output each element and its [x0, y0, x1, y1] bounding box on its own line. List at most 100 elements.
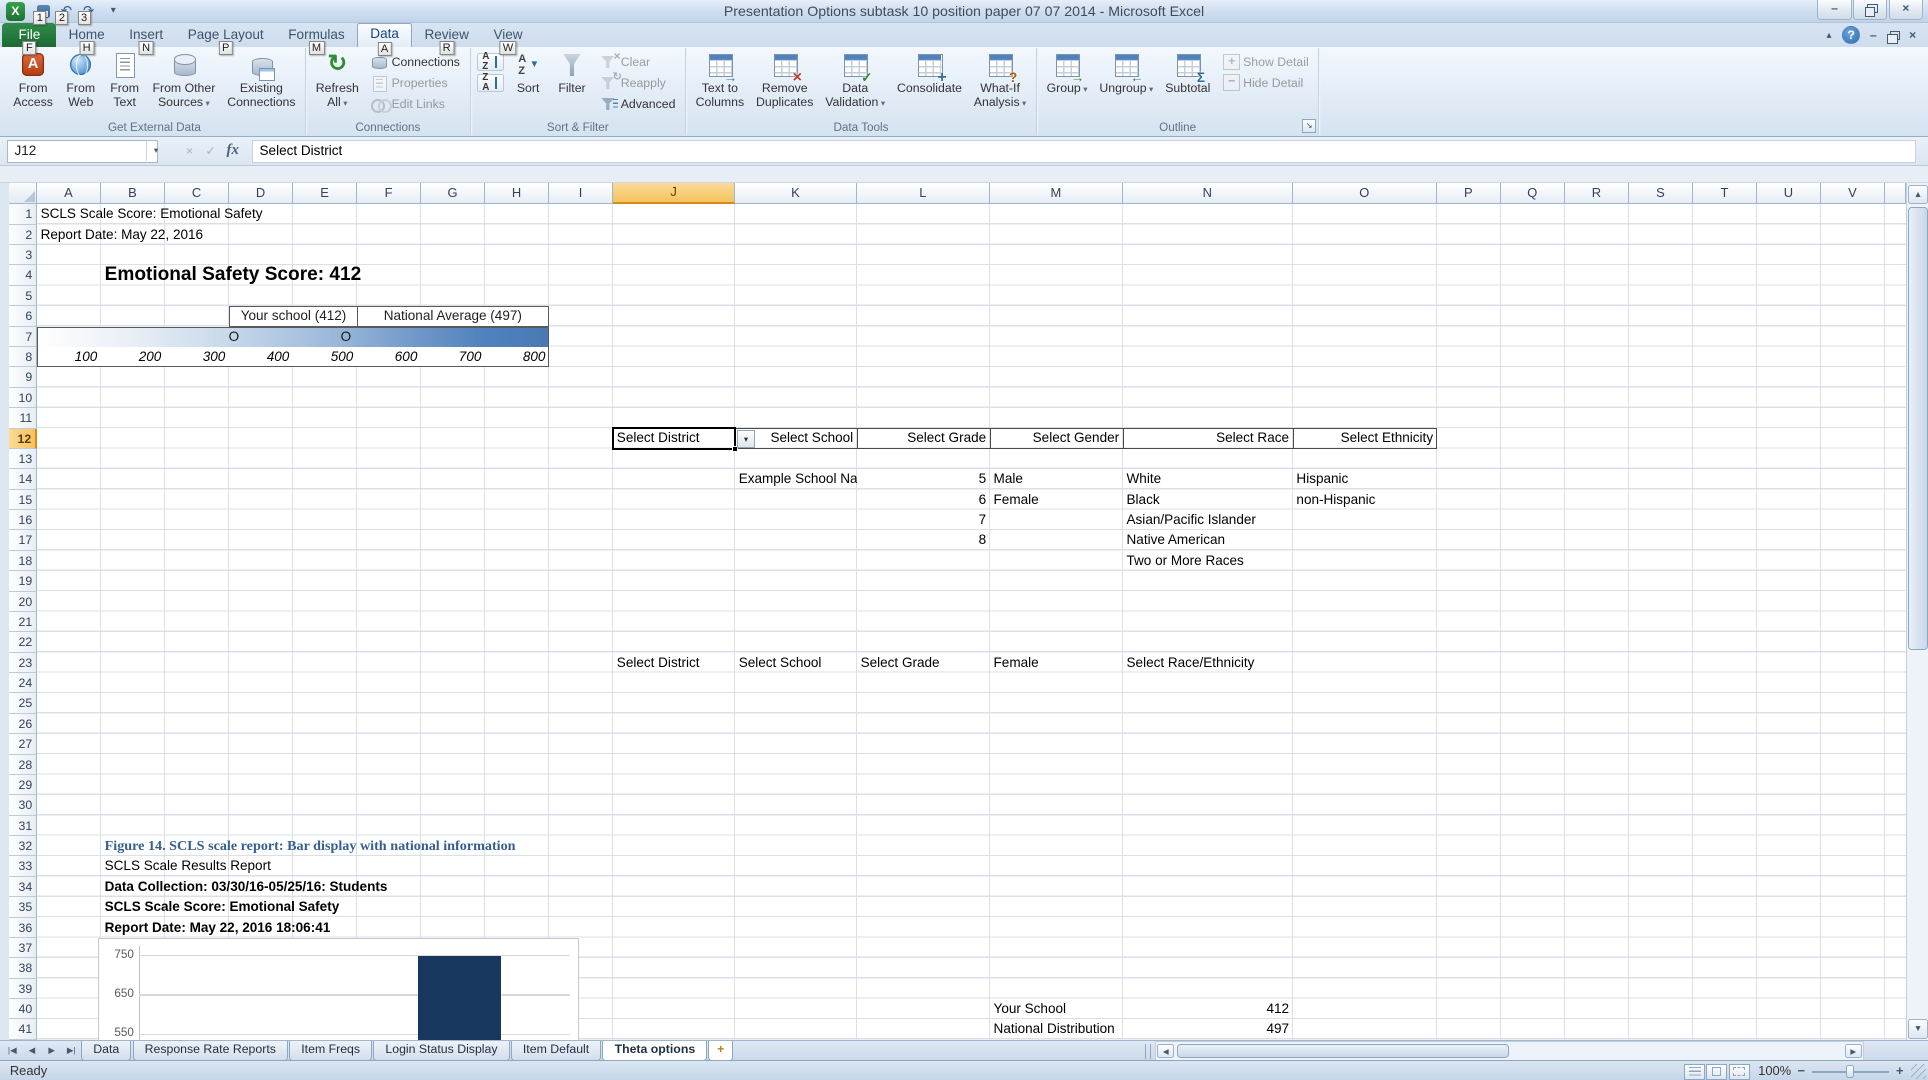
- row-header-17[interactable]: 17: [9, 530, 37, 550]
- row-header-1[interactable]: 1: [9, 204, 37, 224]
- cell-A8[interactable]: 100: [37, 347, 101, 367]
- row-header-38[interactable]: 38: [9, 958, 37, 978]
- row-header-24[interactable]: 24: [9, 673, 37, 693]
- cell-N17[interactable]: Native American: [1123, 530, 1225, 550]
- row-header-36[interactable]: 36: [9, 918, 37, 938]
- row-header-35[interactable]: 35: [9, 897, 37, 917]
- cell-G8[interactable]: 700: [421, 347, 485, 367]
- row-header-2[interactable]: 2: [9, 225, 37, 245]
- insert-function-icon[interactable]: fx: [227, 142, 239, 159]
- help-icon[interactable]: [1842, 26, 1860, 44]
- cell-H8[interactable]: 800: [485, 347, 549, 367]
- row-header-18[interactable]: 18: [9, 551, 37, 571]
- sheet-tab-response-rate-reports[interactable]: Response Rate Reports: [133, 1041, 288, 1061]
- col-header-P[interactable]: P: [1437, 183, 1501, 204]
- row-header-34[interactable]: 34: [9, 877, 37, 897]
- row-header-31[interactable]: 31: [9, 816, 37, 836]
- ribbon-tab-page-layout[interactable]: Page LayoutP: [175, 23, 276, 46]
- from-other-sources-button[interactable]: From OtherSources▾: [147, 49, 222, 118]
- row-header-21[interactable]: 21: [9, 612, 37, 632]
- name-box[interactable]: J12: [7, 140, 157, 162]
- cell-M14[interactable]: Male: [990, 469, 1023, 489]
- scroll-down-icon[interactable]: [1908, 1019, 1928, 1039]
- row-header-7[interactable]: 7: [9, 327, 37, 347]
- workbook-restore-button[interactable]: [1884, 26, 1902, 44]
- col-header-I[interactable]: I: [549, 183, 613, 204]
- page-layout-view-button[interactable]: [1706, 1064, 1727, 1080]
- row-header-16[interactable]: 16: [9, 510, 37, 530]
- row-header-29[interactable]: 29: [9, 775, 37, 795]
- sort-button[interactable]: Sort: [506, 49, 550, 118]
- insert-worksheet-button[interactable]: +: [708, 1041, 733, 1061]
- row-header-39[interactable]: 39: [9, 979, 37, 999]
- remove-duplicates-button[interactable]: RemoveDuplicates: [750, 49, 819, 118]
- cell-M23[interactable]: Female: [990, 653, 1039, 673]
- resize-grip-icon[interactable]: [1911, 1064, 1926, 1079]
- cell-B8[interactable]: 200: [101, 347, 165, 367]
- from-web-button[interactable]: FromWeb: [59, 49, 103, 118]
- col-header-E[interactable]: E: [293, 183, 357, 204]
- row-header-9[interactable]: 9: [9, 367, 37, 387]
- ribbon-tab-review[interactable]: ReviewR: [412, 23, 481, 46]
- col-header-V[interactable]: V: [1821, 183, 1885, 204]
- qat-dropdown-icon[interactable]: [103, 2, 123, 20]
- cell-N16[interactable]: Asian/Pacific Islander: [1123, 510, 1256, 530]
- row-header-11[interactable]: 11: [9, 408, 37, 428]
- ribbon-tab-formulas[interactable]: FormulasM: [276, 23, 357, 46]
- cell-C8[interactable]: 300: [165, 347, 229, 367]
- row-header-20[interactable]: 20: [9, 592, 37, 612]
- cell-K14[interactable]: Example School Nam: [735, 469, 857, 489]
- cell-L14[interactable]: 5: [857, 469, 990, 489]
- cell-J23[interactable]: Select District: [613, 653, 699, 673]
- cell-B35[interactable]: SCLS Scale Score: Emotional Safety: [101, 897, 339, 917]
- cell-B36[interactable]: Report Date: May 22, 2016 18:06:41: [101, 918, 330, 938]
- scroll-left-icon[interactable]: [1157, 1044, 1174, 1059]
- consolidate-button[interactable]: Consolidate: [891, 49, 968, 118]
- row-header-4[interactable]: 4: [9, 265, 37, 285]
- cell-B34[interactable]: Data Collection: 03/30/16-05/25/16: Stud…: [101, 877, 387, 897]
- row-header-33[interactable]: 33: [9, 856, 37, 876]
- data-validation-button[interactable]: DataValidation▾: [819, 49, 891, 118]
- minimize-button[interactable]: [1817, 0, 1851, 20]
- row-header-27[interactable]: 27: [9, 734, 37, 754]
- col-header-F[interactable]: F: [357, 183, 421, 204]
- ungroup-button[interactable]: Ungroup▾: [1093, 49, 1159, 118]
- row-header-5[interactable]: 5: [9, 286, 37, 306]
- cell-N40[interactable]: 412: [1123, 999, 1293, 1019]
- ribbon-tab-data[interactable]: DataA: [357, 23, 412, 46]
- subtotal-button[interactable]: Subtotal: [1159, 49, 1216, 118]
- row-header-41[interactable]: 41: [9, 1019, 37, 1039]
- row-header-23[interactable]: 23: [9, 653, 37, 673]
- sort-z-to-a-button[interactable]: [477, 74, 504, 92]
- ribbon-tab-view[interactable]: ViewW: [481, 23, 535, 46]
- cells-area[interactable]: Your school (412)National Average (497)O…: [37, 204, 1906, 1040]
- from-access-button[interactable]: FromAccess: [7, 49, 58, 118]
- cell-L16[interactable]: 7: [857, 510, 990, 530]
- zoom-out-button[interactable]: [1798, 1061, 1806, 1080]
- sort-a-to-z-button[interactable]: [477, 53, 504, 71]
- col-header-M[interactable]: M: [990, 183, 1123, 204]
- ribbon-tab-insert[interactable]: InsertN: [117, 23, 175, 46]
- col-header-A[interactable]: A: [37, 183, 101, 204]
- row-header-8[interactable]: 8: [9, 347, 37, 367]
- refresh-all-button[interactable]: RefreshAll▾: [310, 49, 365, 118]
- existing-connections-button[interactable]: ExistingConnections: [221, 49, 301, 118]
- cell-N14[interactable]: White: [1123, 469, 1161, 489]
- cell-A2[interactable]: Report Date: May 22, 2016: [37, 225, 203, 245]
- scroll-up-icon[interactable]: [1908, 185, 1928, 205]
- dialog-launcher-icon[interactable]: ↘: [1302, 119, 1316, 133]
- zoom-in-button[interactable]: [1896, 1061, 1904, 1080]
- sheet-tab-login-status-display[interactable]: Login Status Display: [373, 1041, 509, 1061]
- row-header-15[interactable]: 15: [9, 490, 37, 510]
- horizontal-scroll-thumb[interactable]: [1177, 1044, 1509, 1059]
- cell-M40[interactable]: Your School: [990, 999, 1066, 1019]
- row-header-26[interactable]: 26: [9, 714, 37, 734]
- what-if-analysis-button[interactable]: What-IfAnalysis▾: [968, 49, 1032, 118]
- cell-N41[interactable]: 497: [1123, 1019, 1293, 1039]
- row-header-40[interactable]: 40: [9, 999, 37, 1019]
- vertical-scroll-thumb[interactable]: [1908, 207, 1928, 650]
- sheet-tab-item-default[interactable]: Item Default: [511, 1041, 601, 1061]
- col-header-O[interactable]: O: [1293, 183, 1437, 204]
- restore-button[interactable]: [1853, 0, 1887, 20]
- cell-B33[interactable]: SCLS Scale Results Report: [101, 856, 271, 876]
